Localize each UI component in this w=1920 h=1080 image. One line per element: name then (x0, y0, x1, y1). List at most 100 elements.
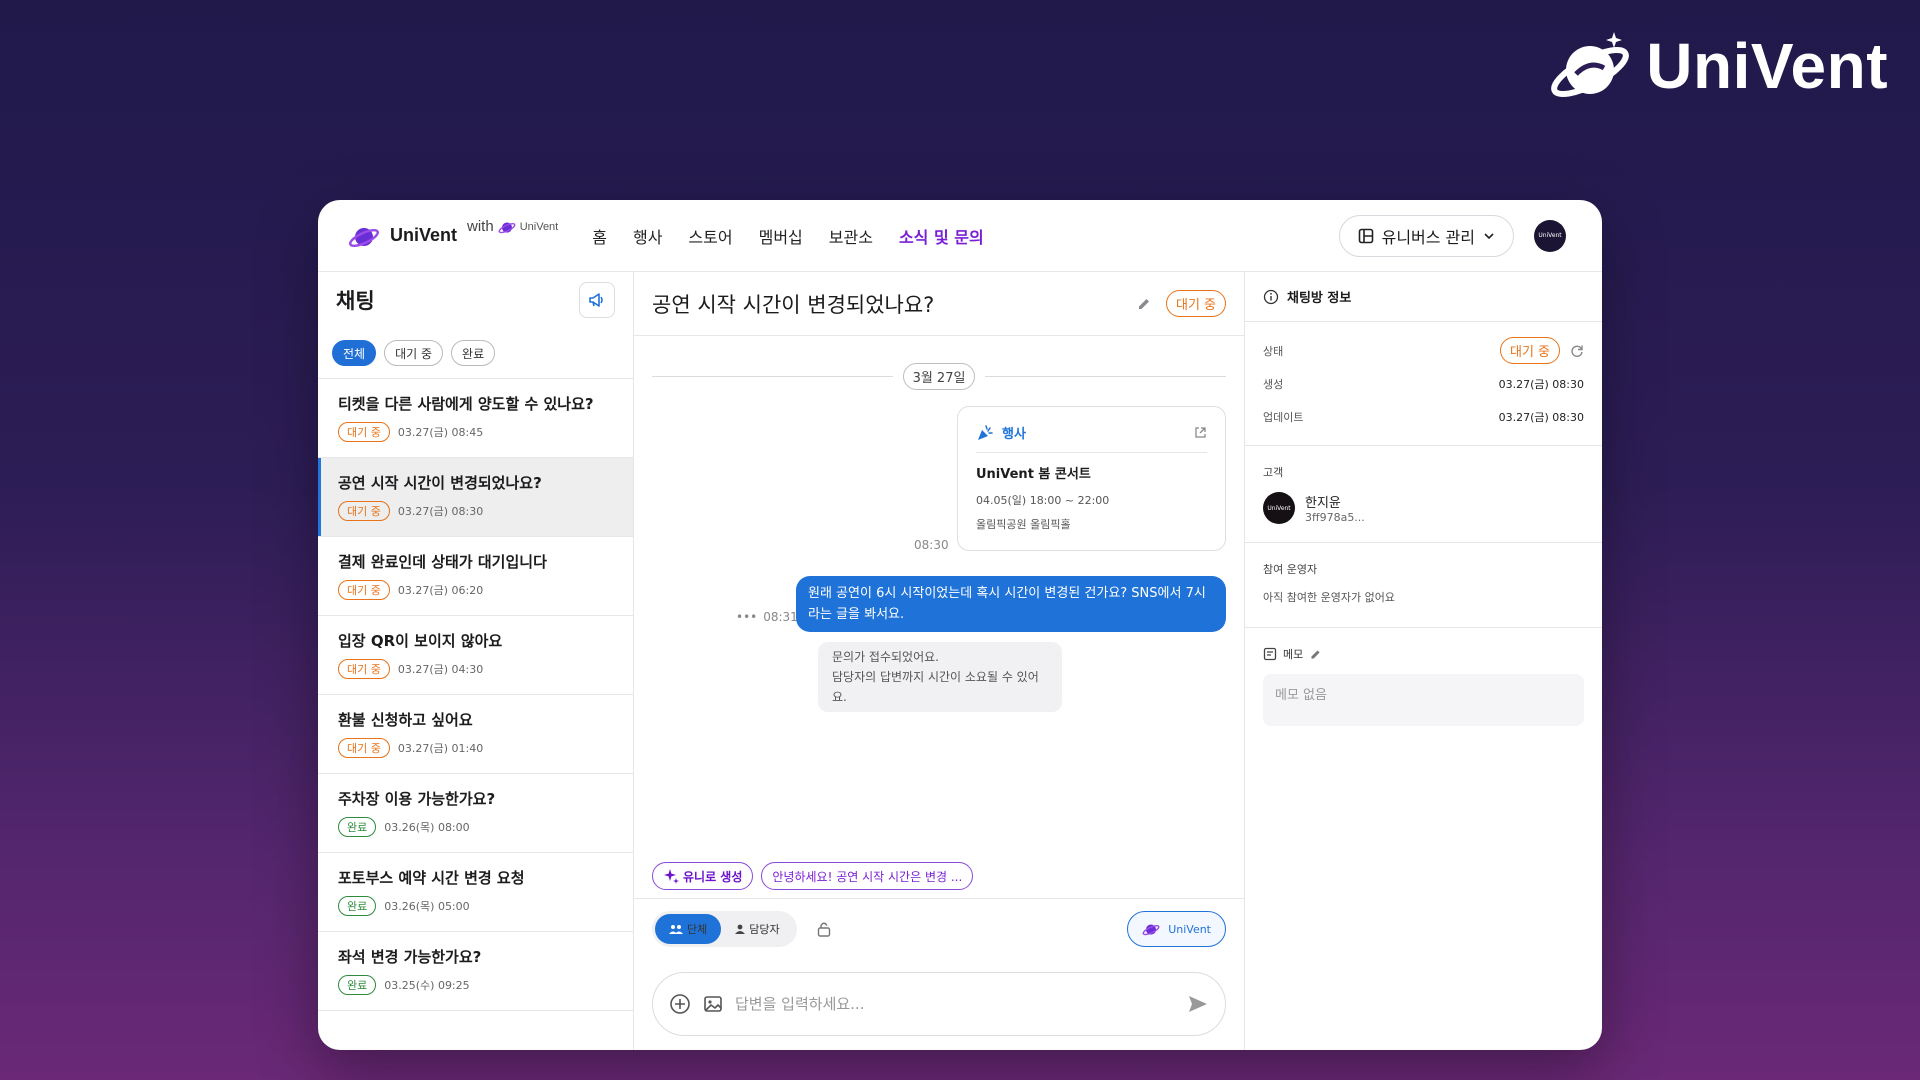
filter-all[interactable]: 전체 (332, 340, 377, 366)
conversation-status-badge: 대기 중 (1165, 290, 1226, 317)
composer: 단체 담당자 UniVent 답변을 입력하세요... (634, 898, 1244, 1050)
nav-archive[interactable]: 보관소 (829, 224, 873, 248)
divider-line (652, 376, 893, 377)
operators-empty: 아직 참여한 운영자가 없어요 (1263, 591, 1395, 604)
chat-item[interactable]: 입장 QR이 보이지 않아요 대기 중 03.27(금) 04:30 (318, 616, 633, 695)
nav-store[interactable]: 스토어 (688, 224, 732, 248)
customer-name: 한지윤 (1305, 496, 1341, 511)
chat-item-title: 결제 완료인데 상태가 대기입니다 (338, 553, 547, 571)
status-badge: 대기 중 (338, 659, 390, 679)
nav-events[interactable]: 행사 (633, 224, 662, 248)
refresh-icon[interactable] (1570, 344, 1584, 358)
filter-waiting[interactable]: 대기 중 (384, 340, 444, 366)
suggestion-preview-chip[interactable]: 안녕하세요! 공연 시작 시간은 변경 ... (761, 862, 974, 890)
system-message-line2: 담당자의 답변까지 시간이 소요될 수 있어요. (832, 670, 1039, 704)
brand-wordmark: UniVent (1646, 30, 1888, 102)
mode-manager-label: 담당자 (749, 923, 780, 936)
status-badge: 대기 중 (338, 501, 390, 521)
date-pill: 3월 27일 (902, 363, 976, 390)
date-divider: 3월 27일 (652, 363, 1226, 390)
customer-row[interactable]: UniVent 한지윤 3ff978a5... (1263, 492, 1584, 524)
add-circle-icon[interactable] (669, 993, 691, 1015)
status-badge: 완료 (338, 975, 377, 995)
chat-item-time: 03.27(금) 04:30 (397, 663, 484, 676)
univent-ai-label: UniVent (1168, 922, 1211, 936)
conversation-panel: 공연 시작 시간이 변경되었나요? 대기 중 3월 27일 행사 UniVent… (634, 272, 1245, 1050)
lock-icon[interactable] (817, 921, 831, 937)
chat-list: 티켓을 다른 사람에게 양도할 수 있나요? 대기 중 03.27(금) 08:… (318, 379, 633, 1050)
status-badge: 대기 중 (1499, 337, 1560, 364)
chat-item-meta: 완료 03.26(목) 05:00 (338, 896, 613, 916)
status-value-wrap: 대기 중 (1499, 337, 1584, 364)
sidebar-header: 채팅 (318, 272, 633, 328)
with-label: with (467, 218, 494, 235)
chat-item-time: 03.27(금) 06:20 (397, 584, 484, 597)
planet-icon (1142, 924, 1160, 936)
nav-membership[interactable]: 멤버십 (759, 224, 803, 248)
avatar[interactable]: UniVent (1534, 219, 1566, 252)
chat-item-time: 03.26(목) 05:00 (384, 900, 470, 913)
logo[interactable]: UniVent (348, 222, 457, 250)
sidebar-title: 채팅 (336, 289, 375, 313)
top-bar: UniVent with UniVent 홈 행사 스토어 멤버십 보관소 소식… (318, 200, 1602, 272)
event-card-header: 행사 (976, 423, 1207, 442)
status-badge: 완료 (338, 817, 377, 837)
univent-ai-button[interactable]: UniVent (1127, 911, 1226, 947)
universe-manage-button[interactable]: 유니버스 관리 (1338, 214, 1514, 257)
universe-manage-label: 유니버스 관리 (1381, 227, 1475, 247)
nav-home[interactable]: 홈 (592, 224, 607, 248)
operators-label: 참여 운영자 (1263, 563, 1318, 576)
image-icon[interactable] (703, 994, 723, 1014)
memo-box[interactable]: 메모 없음 (1263, 674, 1584, 726)
avatar-label: UniVent (1538, 232, 1562, 239)
logo-name: UniVent (390, 225, 458, 245)
chevron-down-icon (1484, 232, 1494, 239)
chat-item[interactable]: 주차장 이용 가능한가요? 완료 03.26(목) 08:00 (318, 774, 633, 853)
chat-item[interactable]: 환불 신청하고 싶어요 대기 중 03.27(금) 01:40 (318, 695, 633, 774)
edit-pencil-icon[interactable] (1309, 648, 1322, 661)
main-nav: 홈 행사 스토어 멤버십 보관소 소식 및 문의 (592, 224, 983, 248)
edit-pencil-icon[interactable] (1136, 296, 1152, 312)
updated-label: 업데이트 (1263, 410, 1304, 424)
chat-sidebar: 채팅 전체 대기 중 완료 티켓을 다른 사람에게 양도할 수 있나요? 대기 … (318, 272, 634, 1050)
memo-section: 메모 메모 없음 (1245, 628, 1602, 738)
planet-logo-icon (1551, 32, 1630, 98)
announcement-button[interactable] (579, 282, 615, 318)
mode-group-label: 단체 (687, 923, 708, 936)
mode-manager-tab[interactable]: 담당자 (721, 914, 793, 944)
chat-item[interactable]: 티켓을 다른 사람에게 양도할 수 있나요? 대기 중 03.27(금) 08:… (318, 379, 633, 458)
customer-id: 3ff978a5... (1305, 511, 1365, 524)
system-message-line1: 문의가 접수되었어요. (832, 650, 939, 664)
chat-item-time: 03.27(금) 08:30 (397, 505, 484, 518)
chat-item[interactable]: 결제 완료인데 상태가 대기입니다 대기 중 03.27(금) 06:20 (318, 537, 633, 616)
created-row: 생성 03.27(금) 08:30 (1263, 367, 1584, 400)
with-brand: UniVent (519, 220, 559, 233)
nav-news-inquiry[interactable]: 소식 및 문의 (899, 224, 984, 248)
external-link-icon[interactable] (1194, 426, 1207, 439)
event-card[interactable]: 행사 UniVent 봄 콘서트 04.05(일) 18:00 ~ 22:00 … (957, 406, 1226, 551)
app-window: UniVent with UniVent 홈 행사 스토어 멤버십 보관소 소식… (318, 200, 1602, 1050)
mode-group-tab[interactable]: 단체 (655, 914, 722, 944)
reply-input[interactable] (735, 995, 1175, 1013)
event-place: 올림픽공원 올림픽홀 (976, 518, 1071, 531)
chat-item-title: 티켓을 다른 사람에게 양도할 수 있나요? (338, 395, 594, 413)
filter-done[interactable]: 완료 (451, 340, 496, 366)
status-badge: 대기 중 (338, 580, 390, 600)
ai-generate-button[interactable]: 유니로 생성 (652, 862, 754, 890)
reply-input-box (652, 972, 1226, 1036)
memo-header: 메모 (1263, 646, 1584, 662)
sparkle-icon (664, 869, 679, 884)
info-icon (1263, 289, 1279, 304)
chat-item-meta: 대기 중 03.27(금) 08:30 (338, 501, 613, 521)
status-label: 상태 (1263, 344, 1284, 358)
info-panel-header: 채팅방 정보 (1245, 272, 1602, 322)
conversation-header-actions: 대기 중 (1136, 290, 1226, 317)
event-type-label: 행사 (1002, 427, 1026, 442)
chat-item[interactable]: 좌석 변경 가능한가요? 완료 03.25(수) 09:25 (318, 932, 633, 1011)
info-status-section: 상태 대기 중 생성 03.27(금) 08:30 업데이트 03.27(금) … (1245, 322, 1602, 446)
more-dots-icon[interactable]: ••• (736, 610, 757, 624)
chat-item[interactable]: 포토부스 예약 시간 변경 요청 완료 03.26(목) 05:00 (318, 853, 633, 932)
send-icon[interactable] (1187, 994, 1209, 1014)
chat-item-selected[interactable]: 공연 시작 시간이 변경되었나요? 대기 중 03.27(금) 08:30 (318, 458, 633, 537)
chat-item-time: 03.25(수) 09:25 (384, 979, 470, 992)
